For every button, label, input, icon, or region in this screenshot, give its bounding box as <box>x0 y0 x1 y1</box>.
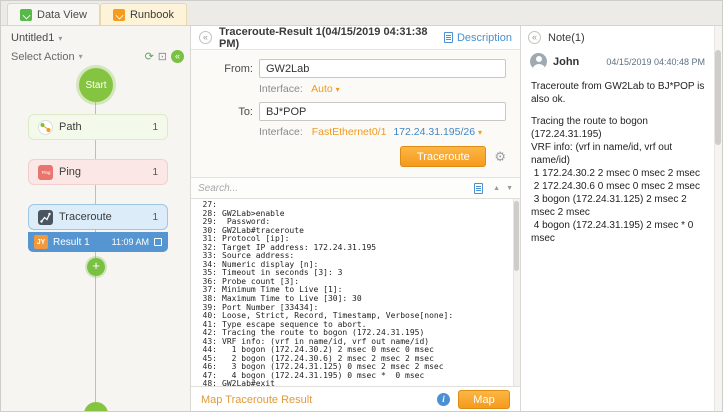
note-author-row: John 04/15/2019 04:40:48 PM <box>521 49 722 72</box>
to-label: To: <box>211 106 253 118</box>
refresh-icon[interactable]: ⟳ <box>145 50 154 63</box>
end-node-partial[interactable] <box>84 402 108 412</box>
from-interface-dropdown[interactable]: Auto <box>311 83 333 95</box>
note-body: Traceroute from GW2Lab to BJ*POP is also… <box>521 72 722 245</box>
interface-label: Interface: <box>259 83 303 95</box>
tab-bar: Data View Runbook <box>1 1 722 26</box>
chevron-down-icon[interactable]: ▾ <box>79 52 83 61</box>
app-window: Data View Runbook Untitled1 ▾ Select Act… <box>0 0 723 412</box>
to-interface-row: Interface: FastEthernet0/1 172.24.31.195… <box>259 126 506 138</box>
settings-gear-icon[interactable]: ⚙ <box>494 149 506 165</box>
from-interface-row: Interface: Auto ▾ <box>259 83 506 95</box>
chevron-down-icon[interactable]: ▾ <box>336 85 340 94</box>
from-label: From: <box>211 63 253 75</box>
select-action-label[interactable]: Select Action <box>11 51 75 63</box>
chevron-down-icon: ▾ <box>58 34 62 43</box>
traceroute-form: From: Interface: Auto ▾ To: Interface: F… <box>191 50 520 178</box>
fit-view-icon[interactable]: ⊡ <box>158 50 167 63</box>
scrollbar-thumb[interactable] <box>715 50 721 145</box>
to-interface-ip[interactable]: 172.24.31.195/26 <box>393 126 475 138</box>
path-icon <box>38 120 53 135</box>
output-search-bar: ▲ ▼ <box>191 178 520 199</box>
traceroute-icon <box>38 210 53 225</box>
note-timestamp: 04/15/2019 04:40:48 PM <box>606 57 713 67</box>
chevron-down-icon[interactable]: ▾ <box>478 128 482 137</box>
tab-runbook-label: Runbook <box>130 9 174 21</box>
result-header: « Traceroute-Result 1(04/15/2019 04:31:3… <box>191 26 520 50</box>
map-button[interactable]: Map <box>458 390 510 409</box>
note-scrollbar[interactable] <box>714 26 722 412</box>
runbook-title: Untitled1 <box>11 32 54 44</box>
terminal-output[interactable]: 27:28:GW2Lab>enable29: Password:30:GW2La… <box>191 199 520 386</box>
traceroute-node-label: Traceroute <box>59 211 112 223</box>
note-title: Note(1) <box>548 32 585 44</box>
ping-node-count: 1 <box>152 167 158 178</box>
start-node[interactable]: Start <box>79 68 113 102</box>
collapse-note-panel-icon[interactable]: « <box>528 31 541 44</box>
data-view-icon <box>20 9 32 21</box>
result-footer: Map Traceroute Result i Map <box>191 386 520 412</box>
tab-data-view-label: Data View <box>37 9 87 21</box>
result-note-icon <box>154 238 162 246</box>
avatar <box>530 53 547 70</box>
result-title: Traceroute-Result 1(04/15/2019 04:31:38 … <box>219 26 430 50</box>
ping-icon: Ping <box>38 165 53 180</box>
runbook-icon <box>113 9 125 21</box>
runbook-title-dropdown[interactable]: Untitled1 ▾ <box>1 26 190 48</box>
search-prev-icon[interactable]: ▲ <box>493 185 500 192</box>
terminal-lines: 27:28:GW2Lab>enable29: Password:30:GW2La… <box>193 201 510 386</box>
traceroute-node-count: 1 <box>152 212 158 223</box>
select-action-row: Select Action ▾ ⟳ ⊡ « <box>1 48 190 65</box>
ping-node[interactable]: Ping Ping 1 <box>28 159 168 185</box>
to-interface-dropdown[interactable]: FastEthernet0/1 <box>312 126 387 138</box>
path-node-label: Path <box>59 121 82 133</box>
terminal-scrollbar[interactable] <box>513 199 520 386</box>
path-node-count: 1 <box>152 122 158 133</box>
path-node[interactable]: Path 1 <box>28 114 168 140</box>
export-icon[interactable] <box>474 183 483 194</box>
collapse-panel-icon[interactable]: « <box>199 31 212 44</box>
result-label: Result 1 <box>53 237 90 248</box>
traceroute-node[interactable]: Traceroute 1 <box>28 204 168 230</box>
search-next-icon[interactable]: ▼ <box>506 185 513 192</box>
scrollbar-thumb[interactable] <box>514 201 519 271</box>
ping-node-label: Ping <box>59 166 81 178</box>
description-link[interactable]: Description <box>444 32 512 44</box>
traceroute-result-panel: « Traceroute-Result 1(04/15/2019 04:31:3… <box>191 26 521 412</box>
user-initials-badge: JY <box>34 235 48 249</box>
traceroute-result-item[interactable]: JY Result 1 11:09 AM <box>28 232 168 252</box>
collapse-left-panel-icon[interactable]: « <box>171 50 184 63</box>
result-time: 11:09 AM <box>112 237 149 247</box>
runbook-flow-panel: Untitled1 ▾ Select Action ▾ ⟳ ⊡ « Start … <box>1 26 191 412</box>
info-icon[interactable]: i <box>437 393 450 406</box>
search-input[interactable] <box>198 183 468 194</box>
add-action-button[interactable]: + <box>87 258 105 276</box>
description-icon <box>444 32 453 43</box>
from-input[interactable] <box>259 59 506 78</box>
tab-runbook[interactable]: Runbook <box>100 3 187 25</box>
map-result-label: Map Traceroute Result <box>201 394 312 406</box>
traceroute-button[interactable]: Traceroute <box>400 146 486 167</box>
note-author: John <box>553 56 579 68</box>
interface-label: Interface: <box>259 126 303 138</box>
tab-data-view[interactable]: Data View <box>7 3 100 25</box>
note-panel: « Note(1) John 04/15/2019 04:40:48 PM Tr… <box>521 26 722 412</box>
to-input[interactable] <box>259 102 506 121</box>
note-header: « Note(1) <box>521 26 722 49</box>
